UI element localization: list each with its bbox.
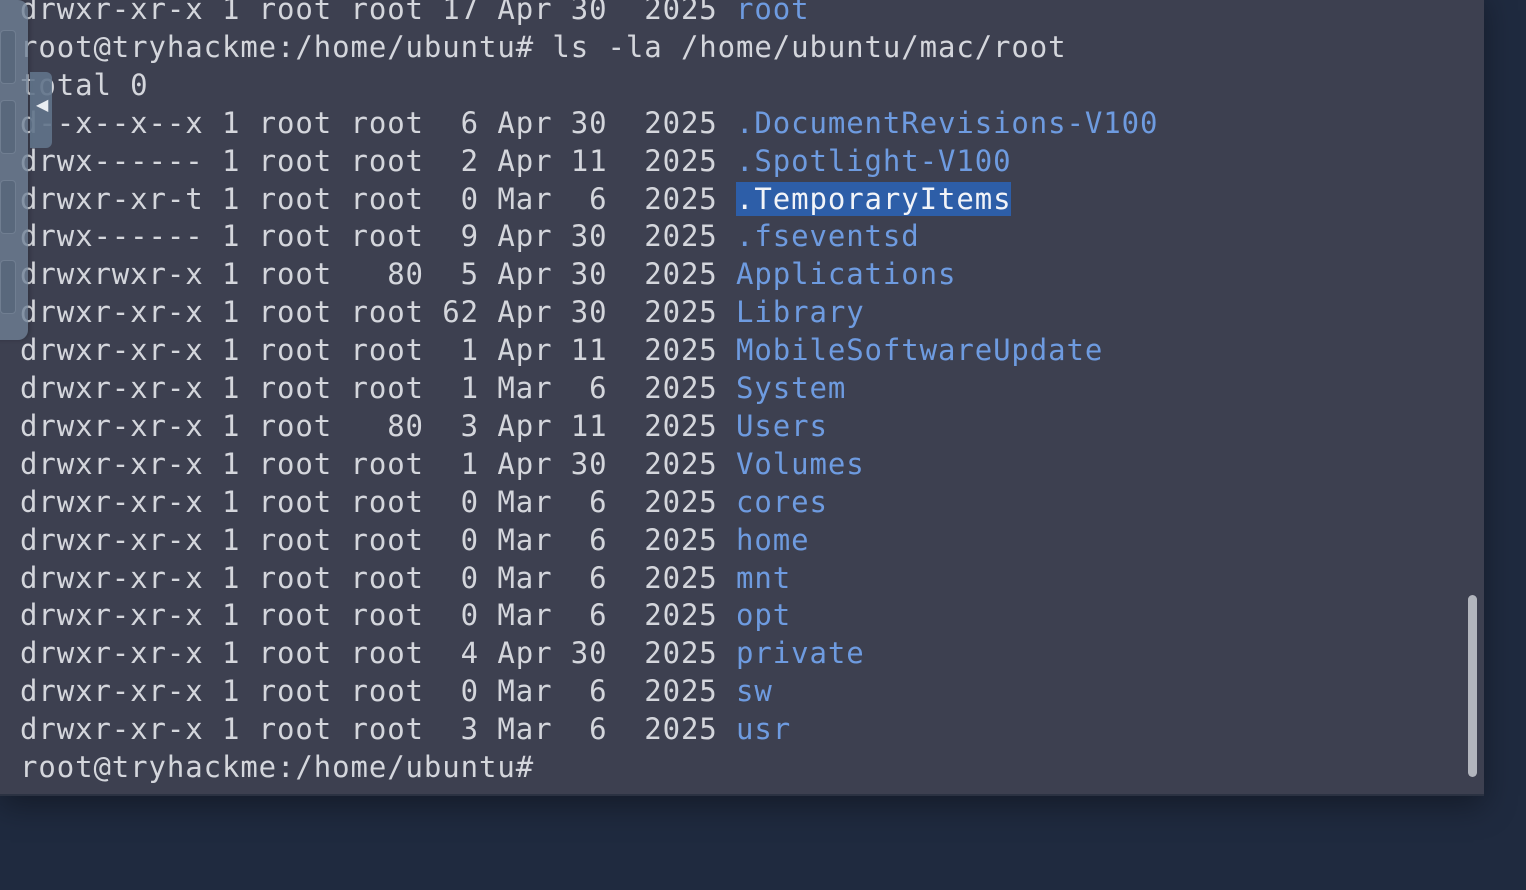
directory-listing-row: drwxrwxr-x 1 root 80 5 Apr 30 2025 Appli… [20, 255, 956, 293]
directory-name[interactable]: Volumes [736, 447, 865, 481]
directory-listing-row: drwxr-xr-x 1 root root 3 Mar 6 2025 usr [20, 710, 791, 748]
directory-listing-row: drwxr-xr-x 1 root root 1 Apr 11 2025 Mob… [20, 331, 1103, 369]
directory-listing-row: drwxr-xr-x 1 root root 0 Mar 6 2025 core… [20, 483, 828, 521]
directory-listing-row: drwxr-xr-x 1 root 80 3 Apr 11 2025 Users [20, 407, 828, 445]
directory-name[interactable]: MobileSoftwareUpdate [736, 333, 1103, 367]
directory-listing-row: drwxr-xr-x 1 root root 0 Mar 6 2025 sw [20, 672, 773, 710]
file-permissions-meta: drwxr-xr-x 1 root root 1 Mar 6 2025 [20, 371, 737, 405]
file-permissions-meta: drwxr-xr-x 1 root root 62 Apr 30 2025 [20, 295, 737, 330]
file-permissions-meta: drwxr-xr-x 1 root root 4 Apr 30 2025 [20, 636, 737, 671]
file-permissions-meta: drwxr-xr-t 1 root root 0 Mar 6 2025 [20, 181, 737, 216]
file-permissions-meta: drwxr-xr-x 1 root root 1 Apr 11 2025 [20, 333, 737, 368]
file-permissions-meta: drwxr-xr-x 1 root root 0 Mar 6 2025 [20, 484, 737, 519]
directory-listing-row: drwx------ 1 root root 9 Apr 30 2025 .fs… [20, 217, 920, 255]
directory-name[interactable]: mnt [736, 561, 791, 595]
file-permissions-meta: drwxr-xr-x 1 root root 0 Mar 6 2025 [20, 598, 737, 633]
directory-listing-row: drwxr-xr-x 1 root root 17 Apr 30 2025 ro… [20, 0, 809, 28]
directory-name[interactable]: usr [736, 712, 791, 746]
directory-listing-row: drwxr-xr-x 1 root root 62 Apr 30 2025 Li… [20, 293, 865, 331]
directory-name[interactable]: cores [736, 485, 828, 519]
directory-name[interactable]: Users [736, 409, 828, 443]
file-permissions-meta: drwxr-xr-x 1 root root 0 Mar 6 2025 [20, 674, 737, 709]
directory-name[interactable]: System [736, 371, 846, 405]
directory-listing-row: drwxr-xr-x 1 root root 4 Apr 30 2025 pri… [20, 634, 865, 672]
directory-listing-row: drwxr-xr-x 1 root root 0 Mar 6 2025 opt [20, 596, 791, 634]
shell-prompt: root@tryhackme:/home/ubuntu# [20, 750, 553, 784]
scrollbar-thumb[interactable] [1468, 595, 1477, 777]
side-panel-slot[interactable] [0, 180, 16, 234]
file-permissions-meta: drwxr-xr-x 1 root root 0 Mar 6 2025 [20, 522, 737, 557]
terminal-line: root@tryhackme:/home/ubuntu# ls -la /hom… [20, 29, 1067, 64]
directory-listing-row: d--x--x--x 1 root root 6 Apr 30 2025 .Do… [20, 104, 1158, 142]
directory-listing-row: drwxr-xr-x 1 root root 1 Mar 6 2025 Syst… [20, 369, 846, 407]
file-permissions-meta: drwxr-xr-x 1 root root 17 Apr 30 2025 [20, 0, 737, 26]
selected-directory-name[interactable]: .TemporaryItems [736, 181, 1012, 216]
directory-listing-row: drwxr-xr-x 1 root root 1 Apr 30 2025 Vol… [20, 445, 865, 483]
directory-name[interactable]: opt [736, 598, 791, 632]
file-permissions-meta: drwx------ 1 root root 9 Apr 30 2025 [20, 219, 737, 254]
file-permissions-meta: drwxr-xr-x 1 root root 1 Apr 30 2025 [20, 446, 737, 481]
chevron-left-icon: ◀ [36, 95, 49, 114]
file-permissions-meta: drwxr-xr-x 1 root 80 3 Apr 11 2025 [20, 408, 737, 443]
directory-name[interactable]: private [736, 636, 865, 670]
terminal-window[interactable]: drwxr-xr-x 1 root root 17 Apr 30 2025 ro… [0, 0, 1484, 796]
directory-name[interactable]: sw [736, 674, 773, 708]
side-panel-slot[interactable] [0, 260, 16, 314]
file-permissions-meta: drwxr-xr-x 1 root root 0 Mar 6 2025 [20, 560, 737, 595]
directory-name[interactable]: root [736, 0, 809, 26]
directory-name[interactable]: Library [736, 295, 865, 329]
directory-name[interactable]: .Spotlight-V100 [736, 144, 1011, 178]
directory-listing-row: drwxr-xr-x 1 root root 0 Mar 6 2025 home [20, 521, 809, 559]
directory-name[interactable]: .DocumentRevisions-V100 [736, 106, 1158, 140]
file-permissions-meta: drwxrwxr-x 1 root 80 5 Apr 30 2025 [20, 257, 737, 292]
file-permissions-meta: d--x--x--x 1 root root 6 Apr 30 2025 [20, 105, 737, 140]
side-panel[interactable] [0, 0, 28, 340]
desktop-background: drwxr-xr-x 1 root root 17 Apr 30 2025 ro… [0, 0, 1526, 890]
directory-listing-row: drwxr-xr-x 1 root root 0 Mar 6 2025 mnt [20, 559, 791, 597]
side-panel-slot[interactable] [0, 30, 16, 84]
directory-listing-row: drwxr-xr-t 1 root root 0 Mar 6 2025 .Tem… [20, 180, 1012, 218]
directory-listing-row: drwx------ 1 root root 2 Apr 11 2025 .Sp… [20, 142, 1011, 180]
terminal-output[interactable]: drwxr-xr-x 1 root root 17 Apr 30 2025 ro… [20, 0, 1464, 792]
directory-name[interactable]: Applications [736, 257, 956, 291]
directory-name[interactable]: .fseventsd [736, 219, 920, 253]
directory-name[interactable]: home [736, 523, 809, 557]
side-panel-slot[interactable] [0, 100, 16, 154]
file-permissions-meta: drwx------ 1 root root 2 Apr 11 2025 [20, 143, 737, 178]
file-permissions-meta: drwxr-xr-x 1 root root 3 Mar 6 2025 [20, 712, 737, 747]
